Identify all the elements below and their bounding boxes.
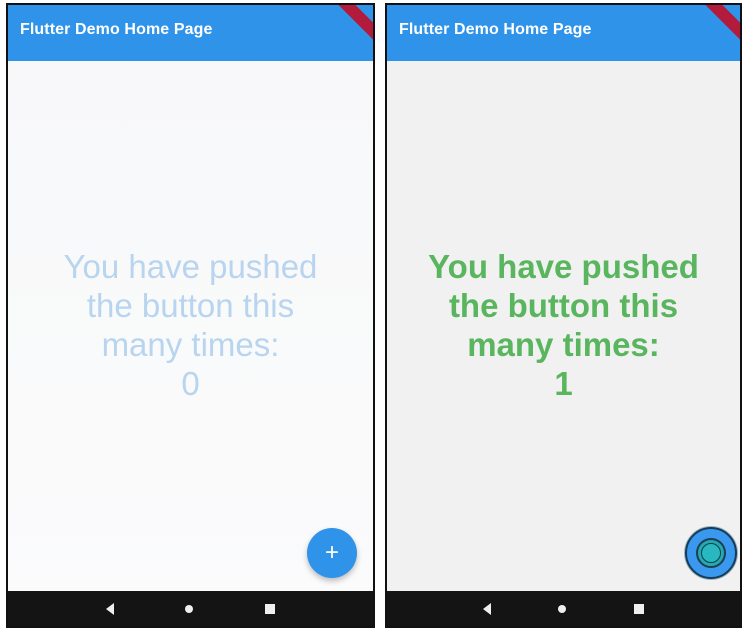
- left-app-bar: Flutter Demo Home Page: [8, 5, 373, 61]
- right-increment-button[interactable]: [685, 527, 737, 579]
- left-increment-button[interactable]: +: [307, 528, 357, 578]
- left-content: You have pushed the button this many tim…: [8, 61, 373, 591]
- right-app-bar: Flutter Demo Home Page: [387, 5, 740, 61]
- left-app-bar-title: Flutter Demo Home Page: [20, 21, 213, 38]
- right-phone-screen: Flutter Demo Home Page You have pushed t…: [385, 3, 742, 628]
- home-icon[interactable]: [558, 604, 567, 613]
- left-message-line-1: You have pushed: [63, 248, 318, 285]
- right-counter-value: 1: [554, 365, 573, 402]
- right-message-line-2: the button this: [448, 287, 679, 324]
- recents-icon[interactable]: [265, 603, 276, 614]
- left-navigation-bar: [8, 591, 373, 626]
- ripple-core-icon: [701, 543, 721, 563]
- right-app-bar-title: Flutter Demo Home Page: [399, 21, 592, 38]
- back-icon[interactable]: [482, 602, 491, 615]
- right-message-line-1: You have pushed: [428, 248, 699, 285]
- right-content: You have pushed the button this many tim…: [387, 61, 740, 591]
- right-counter-message: You have pushed the button this many tim…: [387, 247, 740, 403]
- left-message-line-2: the button this: [86, 287, 295, 324]
- right-message-line-3: many times:: [467, 326, 660, 363]
- left-counter-message: You have pushed the button this many tim…: [8, 247, 373, 403]
- left-message-line-3: many times:: [101, 326, 280, 363]
- right-navigation-bar: [387, 591, 740, 626]
- left-phone-screen: Flutter Demo Home Page You have pushed t…: [6, 3, 375, 628]
- ripple-icon: [696, 538, 726, 568]
- left-counter-value: 0: [181, 365, 200, 402]
- home-icon[interactable]: [185, 604, 194, 613]
- recents-icon[interactable]: [634, 603, 645, 614]
- plus-icon: +: [324, 539, 339, 566]
- back-icon[interactable]: [105, 602, 114, 615]
